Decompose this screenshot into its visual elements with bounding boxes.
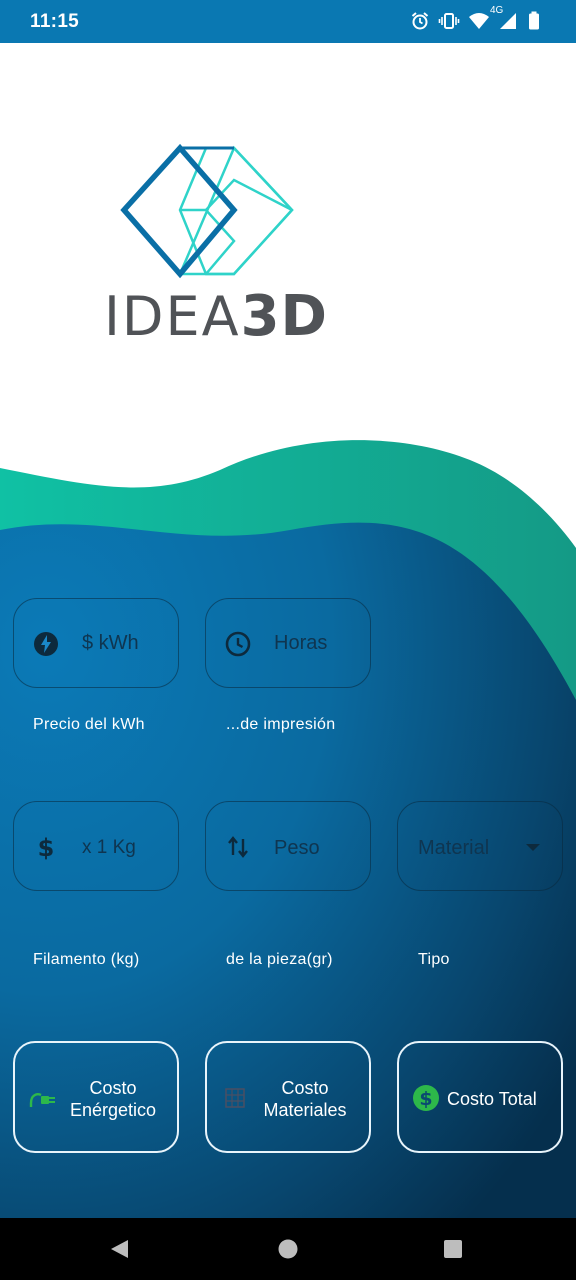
kwh-price-placeholder: $ kWh — [82, 632, 139, 654]
lightning-bolt-icon — [34, 632, 58, 656]
piece-weight-placeholder: Peso — [274, 837, 320, 859]
filament-label: Filamento (kg) — [33, 951, 140, 968]
piece-weight-label: de la pieza(gr) — [226, 951, 333, 968]
piece-weight-input[interactable]: Peso — [205, 801, 371, 891]
material-type-value: Material — [418, 837, 490, 859]
energy-cost-line1: Costo — [89, 1078, 137, 1098]
kwh-price-input[interactable]: $ kWh — [13, 598, 179, 688]
filament-price-placeholder: x 1 Kg — [82, 837, 136, 858]
energy-cost-line2: Enérgetico — [69, 1100, 157, 1120]
print-time-placeholder: Horas — [274, 632, 328, 654]
kwh-price-label: Precio del kWh — [33, 716, 145, 733]
system-nav-bar — [0, 1218, 576, 1280]
swap-vertical-icon — [228, 836, 248, 858]
svg-text:$: $ — [38, 834, 55, 861]
recents-icon[interactable] — [443, 1239, 463, 1259]
energy-cost-button[interactable]: Costo Enérgetico — [13, 1041, 179, 1153]
filament-price-input[interactable]: $ x 1 Kg — [13, 801, 179, 891]
dollar-icon: $ — [38, 834, 55, 861]
svg-text:$: $ — [419, 1088, 432, 1110]
material-type-select[interactable]: Material — [397, 801, 563, 891]
dollar-circle-icon: $ — [413, 1085, 439, 1111]
materials-cost-button[interactable]: Costo Materiales — [205, 1041, 371, 1153]
materials-cost-line2: Materiales — [263, 1100, 347, 1120]
print-time-input[interactable]: Horas — [205, 598, 371, 688]
clock-icon — [225, 631, 251, 657]
print-time-label: ...de impresión — [226, 716, 336, 733]
home-icon[interactable] — [277, 1238, 299, 1260]
back-icon[interactable] — [108, 1238, 130, 1260]
material-type-label: Tipo — [418, 951, 450, 968]
grid-icon — [225, 1088, 245, 1108]
materials-cost-line1: Costo — [281, 1078, 329, 1098]
total-cost-button[interactable]: $ Costo Total — [397, 1041, 563, 1153]
total-cost-label: Costo Total — [447, 1089, 537, 1109]
dropdown-arrow-icon — [526, 844, 540, 851]
plug-icon — [29, 1093, 55, 1107]
